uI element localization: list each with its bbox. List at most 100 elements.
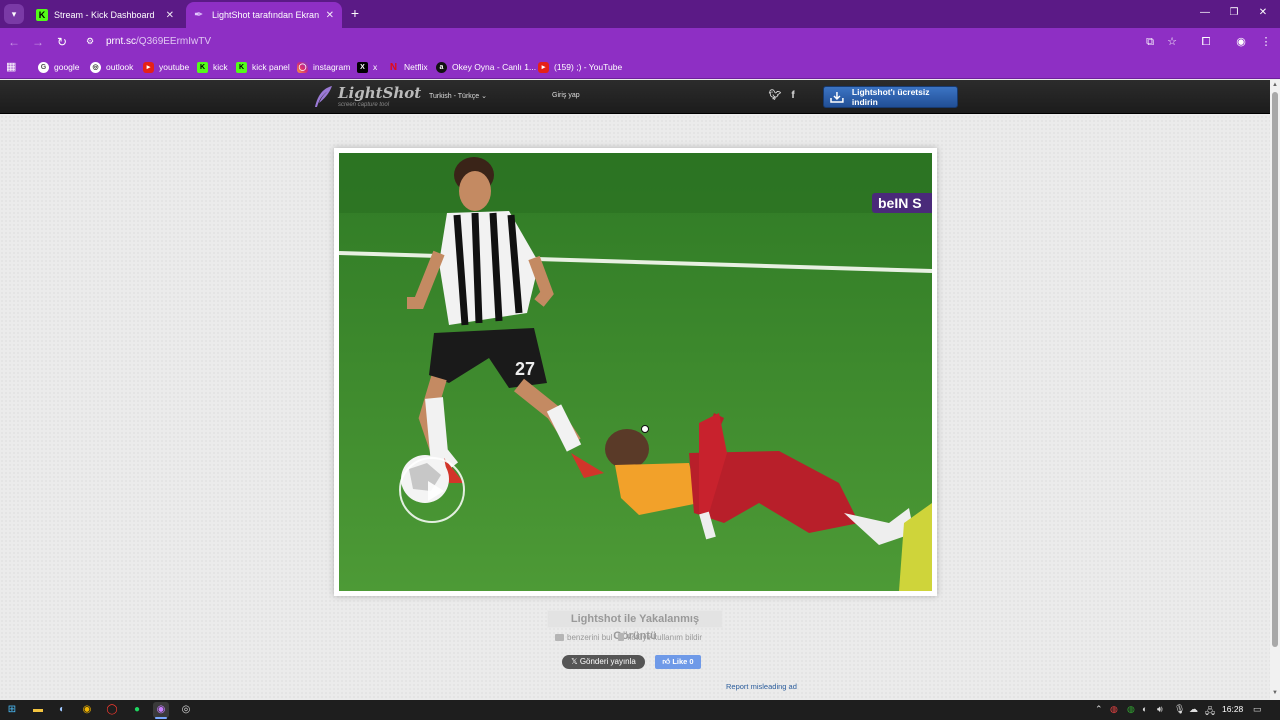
play-icon[interactable] [399,457,465,523]
install-app-icon[interactable]: ⧉ [1140,32,1160,52]
download-label: Lightshot'ı ücretsiz indirin [851,87,930,107]
extensions-icon[interactable]: ⧠ [1196,32,1216,52]
find-similar-label: benzerini bul [567,633,613,642]
chrome-icon[interactable]: ◉ [79,702,95,718]
back-button[interactable]: ← [4,32,24,52]
report-abuse-label: kötüye kullanım bildir [627,633,703,642]
bookmark-label: Netflix [404,62,428,72]
volume-icon[interactable]: 🔊︎ [1157,704,1163,715]
scroll-down-icon[interactable]: ▼ [1272,690,1278,696]
bookmark-google[interactable]: G google [38,60,80,74]
network-icon[interactable]: 🖧 [1205,704,1215,720]
tray-app-icon[interactable]: ◍ [1110,704,1118,715]
find-similar-link[interactable]: benzerini bul [555,633,612,642]
steam-icon[interactable]: ◐ [54,702,70,718]
google-icon: G [38,61,49,73]
address-bar[interactable]: ⚙ prnt.sc/Q369EErmIwTV [80,31,1166,52]
bookmark-youtube-history[interactable]: ▸ (159) ;) - YouTube [538,60,622,74]
forward-button[interactable]: → [28,32,48,52]
reload-button[interactable]: ↻ [52,32,72,52]
kick-icon: K [236,61,247,73]
language-selector[interactable]: Turkish - Türkçe ⌄ [429,92,487,100]
tab-bar: ▾ K Stream - Kick Dashboard ✕ ✒ LightSho… [0,0,1280,28]
apps-grid-icon[interactable]: ▦ [6,60,20,74]
tray-overflow-icon[interactable]: ⌃ [1095,704,1103,715]
restore-button[interactable]: ❐ [1222,4,1246,22]
scrollbar[interactable]: ▲ ▼ [1270,80,1280,700]
menu-icon[interactable]: ⋮ [1256,32,1276,52]
lightshot-header: LightShot screen capture tool Turkish - … [0,80,1270,114]
image-icon [555,634,564,641]
feather-icon [315,86,332,107]
scroll-up-icon[interactable]: ▲ [1272,82,1278,88]
logo-title: LightShot [338,83,422,102]
trash-icon [618,633,625,641]
screenshot-frame: 27 beIN S [334,148,937,596]
chrome-profile-icon[interactable]: ◉ [153,702,169,718]
download-icon [830,92,844,103]
tray-steam-icon[interactable]: ◐ [1142,704,1147,714]
profile-icon[interactable]: ◉ [1231,32,1251,52]
opera-icon[interactable]: ◯ [104,702,120,718]
youtube-icon: ▸ [143,61,154,73]
x-icon: X [357,61,368,73]
okey-icon: a [436,61,447,73]
bookmark-netflix[interactable]: N Netflix [388,60,428,74]
site-info-icon[interactable]: ⚙ [86,36,98,47]
obs-icon[interactable]: ◎ [178,702,194,718]
close-icon[interactable]: ✕ [166,10,174,21]
active-app-indicator [155,717,167,719]
tray-cloud-icon[interactable]: ☁ [1189,704,1198,715]
bookmark-kick-panel[interactable]: K kick panel [236,60,290,74]
bookmark-label: Okey Oyna - Canlı 1... [452,62,537,72]
kick-icon: K [197,61,208,73]
bookmark-kick[interactable]: K kick [197,60,228,74]
bookmark-outlook[interactable]: ◎ outlook [90,60,133,74]
close-icon[interactable]: ✕ [326,10,334,21]
notification-icon[interactable]: ▭ [1253,704,1262,715]
close-window-button[interactable]: ✕ [1251,4,1275,22]
microphone-icon[interactable]: 🎙︎ [1174,704,1185,715]
scroll-thumb[interactable] [1272,92,1278,647]
bookmark-star-icon[interactable]: ☆ [1162,32,1182,52]
minimize-button[interactable]: — [1193,4,1217,22]
tab-label: Stream - Kick Dashboard [54,10,155,20]
bookmark-label: kick [213,62,228,72]
chevron-down-icon: ⌄ [481,93,488,100]
bookmark-okey[interactable]: a Okey Oyna - Canlı 1... [436,60,536,74]
login-link[interactable]: Giriş yap [552,92,580,99]
share-x-button[interactable]: 𝕏 Gönderi yayınla [562,655,645,669]
spotify-icon[interactable]: ● [129,702,145,718]
report-ad-link[interactable]: Report misleading ad [726,682,797,691]
clock[interactable]: 16:28 [1222,704,1243,714]
bookmark-instagram[interactable]: ◯ instagram [297,60,350,74]
caption-title: Lightshot ile Yakalanmış Görüntü [547,610,723,642]
tray-nvidia-icon[interactable]: ◍ [1127,704,1135,715]
thumbs-up-icon: 👍︎ [662,657,673,666]
channel-logo: beIN S [872,193,932,213]
bookmark-youtube[interactable]: ▸ youtube [143,60,189,74]
windows-start-icon[interactable]: ⊞ [4,702,20,718]
bookmark-label: outlook [106,62,134,72]
bookmarks-bar: ▦ G google ◎ outlook ▸ youtube K kick K … [0,55,1280,79]
bookmark-label: (159) ;) - YouTube [554,62,623,72]
screenshot-image[interactable]: 27 beIN S [339,153,932,591]
lightshot-logo[interactable]: LightShot screen capture tool [312,84,421,110]
facebook-like-button[interactable]: 👍︎ Like 0 [655,655,701,669]
facebook-icon[interactable]: f [786,89,800,103]
bookmark-x[interactable]: X x [357,60,377,74]
x-icon: 𝕏 [571,657,580,666]
download-button[interactable]: Lightshot'ı ücretsiz indirin [823,86,958,108]
tab-lightshot[interactable]: ✒ LightShot tarafından Ekran Görü ✕ [186,2,342,28]
youtube-icon: ▸ [538,61,549,73]
outlook-icon: ◎ [90,61,101,73]
new-tab-button[interactable]: + [346,4,364,22]
tab-search-menu[interactable]: ▾ [4,4,24,24]
file-explorer-icon[interactable]: ▬ [30,702,46,718]
instagram-icon: ◯ [297,61,308,73]
report-abuse-link[interactable]: kötüye kullanım bildir [618,633,702,642]
bookmark-label: kick panel [252,62,290,72]
tab-kick-dashboard[interactable]: K Stream - Kick Dashboard ✕ [28,2,182,28]
twitter-icon[interactable]: 🐦︎ [768,89,782,103]
kick-icon: K [36,9,48,21]
